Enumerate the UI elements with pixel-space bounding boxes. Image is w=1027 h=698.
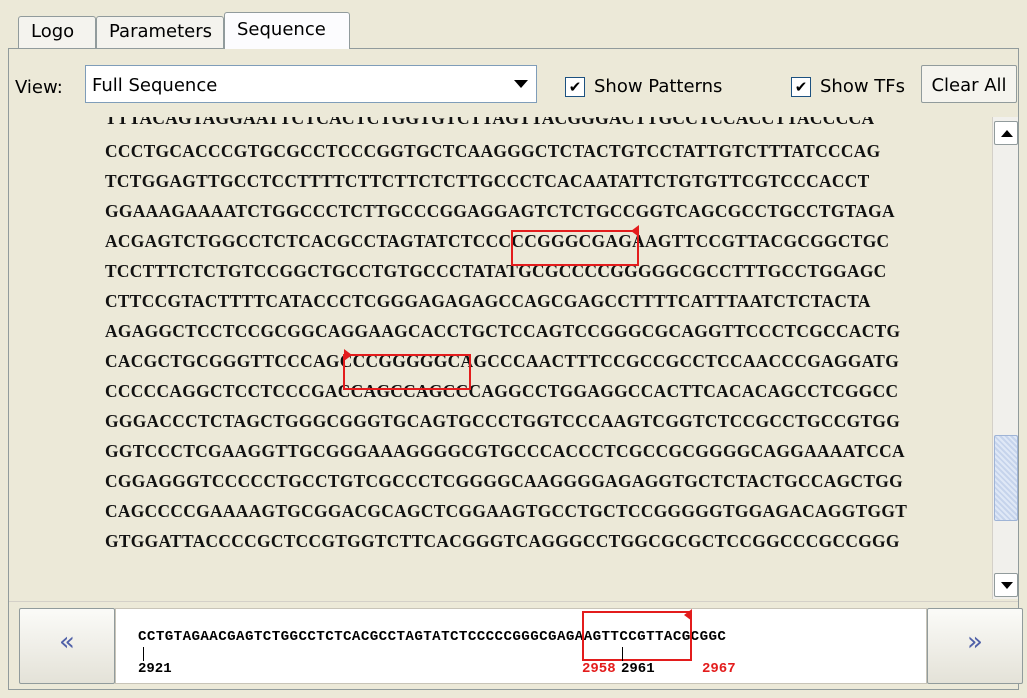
- position-tick: [143, 647, 144, 661]
- pattern-highlight[interactable]: [343, 354, 471, 390]
- pattern-flag-icon: [344, 349, 352, 361]
- position-tick: [690, 647, 691, 661]
- local-sequence-view: CCTGTAGAACGAGTCTGGCCTCTCACGCCTAGTATCTCCC…: [115, 608, 927, 684]
- pattern-flag-icon: [684, 609, 692, 621]
- sequence-line: GGAAAGAAAATCTGGCCCTCTTGCCCGGAGGAGTCTCTGC…: [105, 201, 895, 221]
- previous-button[interactable]: «: [19, 608, 115, 684]
- view-select[interactable]: Full Sequence: [85, 65, 537, 103]
- sequence-line: ACGAGTCTGGCCTCTCACGCCTAGTATCTCCCCCGGGCGA…: [105, 231, 890, 251]
- tab-parameters[interactable]: Parameters: [96, 16, 224, 48]
- sequence-line-partial: TTTACAGTAGGAATTCTCACTCTGGTGTCTTAGTTACGGG…: [105, 117, 875, 128]
- sequence-line: AGAGGCTCCTCCGCGGCAGGAAGCACCTGCTCCAGTCCGG…: [105, 321, 901, 341]
- tab-sequence[interactable]: Sequence: [224, 12, 350, 49]
- sequence-line: TCTGGAGTTGCCTCCTTTTCTTCTTCTCTTGCCCTCACAA…: [105, 171, 870, 191]
- sequence-line: TCCTTTCTCTGTCCGGCTGCCTGTGCCCTATATGCGCCCC…: [105, 261, 887, 281]
- scroll-down-button[interactable]: [994, 573, 1018, 597]
- position-navigator: « CCTGTAGAACGAGTCTGGCCTCTCACGCCTAGTATCTC…: [9, 601, 1023, 689]
- toolbar: View: Full Sequence ✔ Show Patterns ✔ Sh…: [9, 49, 1018, 113]
- chevron-down-icon: [514, 80, 528, 88]
- sequence-panel: View: Full Sequence ✔ Show Patterns ✔ Sh…: [8, 48, 1023, 690]
- clear-all-button[interactable]: Clear All: [921, 65, 1017, 103]
- sequence-line: CGGAGGGTCCCCCTGCCTGTCGCCCTCGGGGCAAGGGGAG…: [105, 471, 903, 491]
- pattern-flag-icon: [631, 225, 639, 237]
- sequence-line: CACGCTGCGGGTTCCCAGCCCGGGGGCAGCCCAACTTTCC…: [105, 351, 900, 371]
- next-button[interactable]: »: [927, 608, 1023, 684]
- tab-bar: Logo Parameters Sequence: [8, 8, 1018, 49]
- pattern-highlight[interactable]: [582, 611, 692, 661]
- start-position-label: 2921: [138, 661, 172, 677]
- view-select-value: Full Sequence: [92, 75, 218, 96]
- sequence-line: CCCTGCACCCGTGCGCCTCCCGGTGCTCAAGGGCTCTACT…: [105, 141, 881, 161]
- sequence-line: GTGGATTACCCCGCTCCGTGGTCTTCACGGGTCAGGGCCT…: [105, 531, 900, 551]
- sequence-line: CTTCCGTACTTTTCATACCCTCGGGAGAGAGCCAGCGAGC…: [105, 291, 871, 311]
- show-tfs-label: Show TFs: [820, 76, 906, 97]
- sequence-line: GGTCCCTCGAAGGTTGCGGGAAAGGGGCGTGCCCACCCTC…: [105, 441, 905, 461]
- position-tick: [583, 647, 584, 661]
- scrollbar-thumb[interactable]: [994, 435, 1018, 521]
- scroll-up-button[interactable]: [994, 121, 1018, 145]
- checkmark-icon: ✔: [565, 77, 585, 97]
- double-chevron-left-icon: «: [59, 627, 75, 657]
- sequence-line: CAGCCCCGAAAAGTGCGGACGCAGCTCGGAAGTGCCTGCT…: [105, 501, 908, 521]
- pattern-start-label: 2958: [582, 661, 616, 677]
- double-chevron-right-icon: »: [967, 627, 983, 657]
- show-patterns-label: Show Patterns: [594, 76, 723, 97]
- arrow-up-icon: [1001, 130, 1013, 137]
- sequence-view[interactable]: TTTACAGTAGGAATTCTCACTCTGGTGTCTTAGTTACGGG…: [9, 117, 989, 597]
- view-label: View:: [15, 77, 63, 98]
- sequence-line: CCCCCAGGCTCCTCCCGACCAGCCAGCCCAGGCCTGGAGG…: [105, 381, 899, 401]
- pattern-highlight[interactable]: [511, 230, 639, 266]
- checkmark-icon: ✔: [791, 77, 811, 97]
- arrow-down-icon: [1001, 582, 1013, 589]
- pattern-end-label: 2967: [702, 661, 736, 677]
- mid-position-label: 2961: [621, 661, 655, 677]
- tab-logo[interactable]: Logo: [18, 16, 96, 48]
- position-tick: [622, 647, 623, 661]
- sequence-line: GGGACCCTCTAGCTGGGCGGGTGCAGTGCCCTGGTCCCAA…: [105, 411, 901, 431]
- vertical-scrollbar[interactable]: [992, 117, 1018, 599]
